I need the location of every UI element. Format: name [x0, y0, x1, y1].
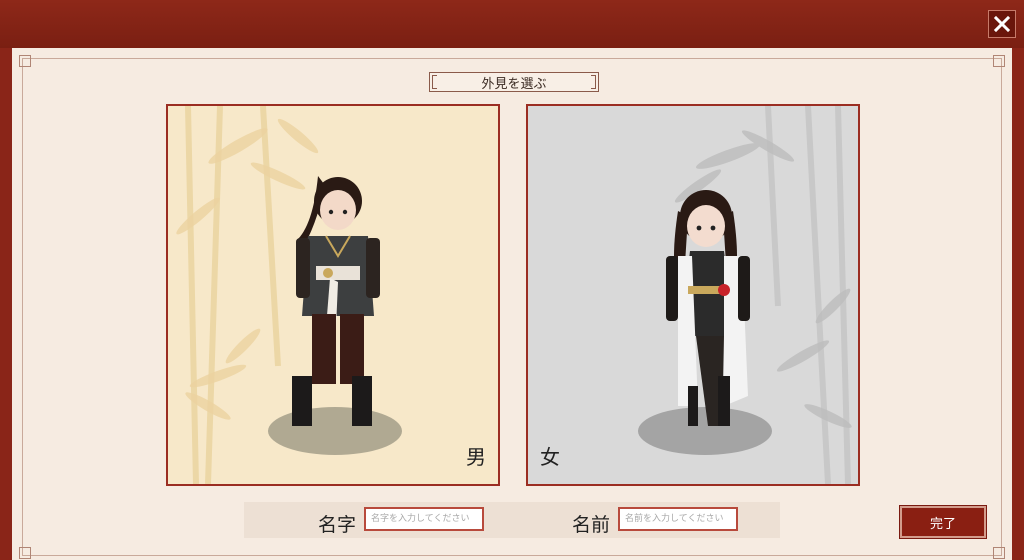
male-character [292, 176, 380, 426]
frame-corner [19, 55, 31, 67]
gender-label-male: 男 [466, 445, 486, 469]
given-name-input[interactable] [618, 507, 738, 531]
surname-label: 名字 [318, 514, 357, 536]
frame-corner [993, 547, 1005, 559]
given-name-label: 名前 [572, 514, 611, 536]
done-button[interactable]: 完了 [900, 506, 986, 538]
shadow [268, 407, 402, 455]
gender-label-female: 女 [540, 445, 560, 469]
close-button[interactable] [988, 10, 1016, 38]
appearance-panel: 外見を選ぶ 男 女 名字 名字を入力してください 名前 名前を入力してください … [12, 48, 1012, 560]
surname-input[interactable] [364, 507, 484, 531]
shadow [638, 407, 772, 455]
frame-corner [993, 55, 1005, 67]
name-form: 名字 名前 [244, 502, 780, 538]
female-appearance-card[interactable]: 女 [526, 104, 860, 486]
bamboo-background [638, 106, 852, 484]
frame-corner [19, 547, 31, 559]
female-character [666, 190, 750, 426]
page-title: 外見を選ぶ [429, 72, 599, 92]
close-icon [994, 16, 1010, 32]
bamboo-background [176, 106, 402, 484]
top-bar [0, 0, 1024, 48]
male-appearance-card[interactable]: 男 [166, 104, 500, 486]
